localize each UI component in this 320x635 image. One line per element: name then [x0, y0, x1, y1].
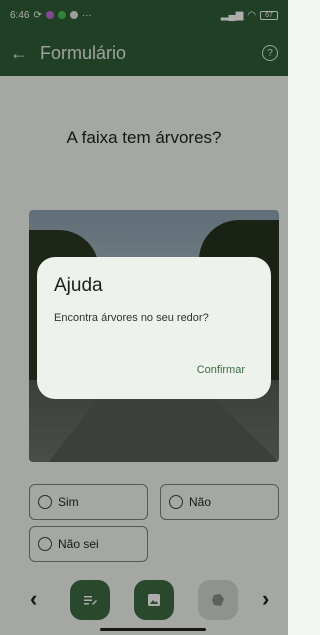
confirm-button[interactable]: Confirmar — [197, 364, 245, 376]
dialog-title: Ajuda — [54, 275, 103, 296]
dialog-text: Encontra árvores no seu redor? — [54, 312, 209, 324]
help-dialog: Ajuda Encontra árvores no seu redor? Con… — [37, 257, 271, 399]
screen: 6:46 ⟳ ··· ▂▄▆ ◠ 67 ← Formulário ? A fai… — [0, 0, 288, 635]
